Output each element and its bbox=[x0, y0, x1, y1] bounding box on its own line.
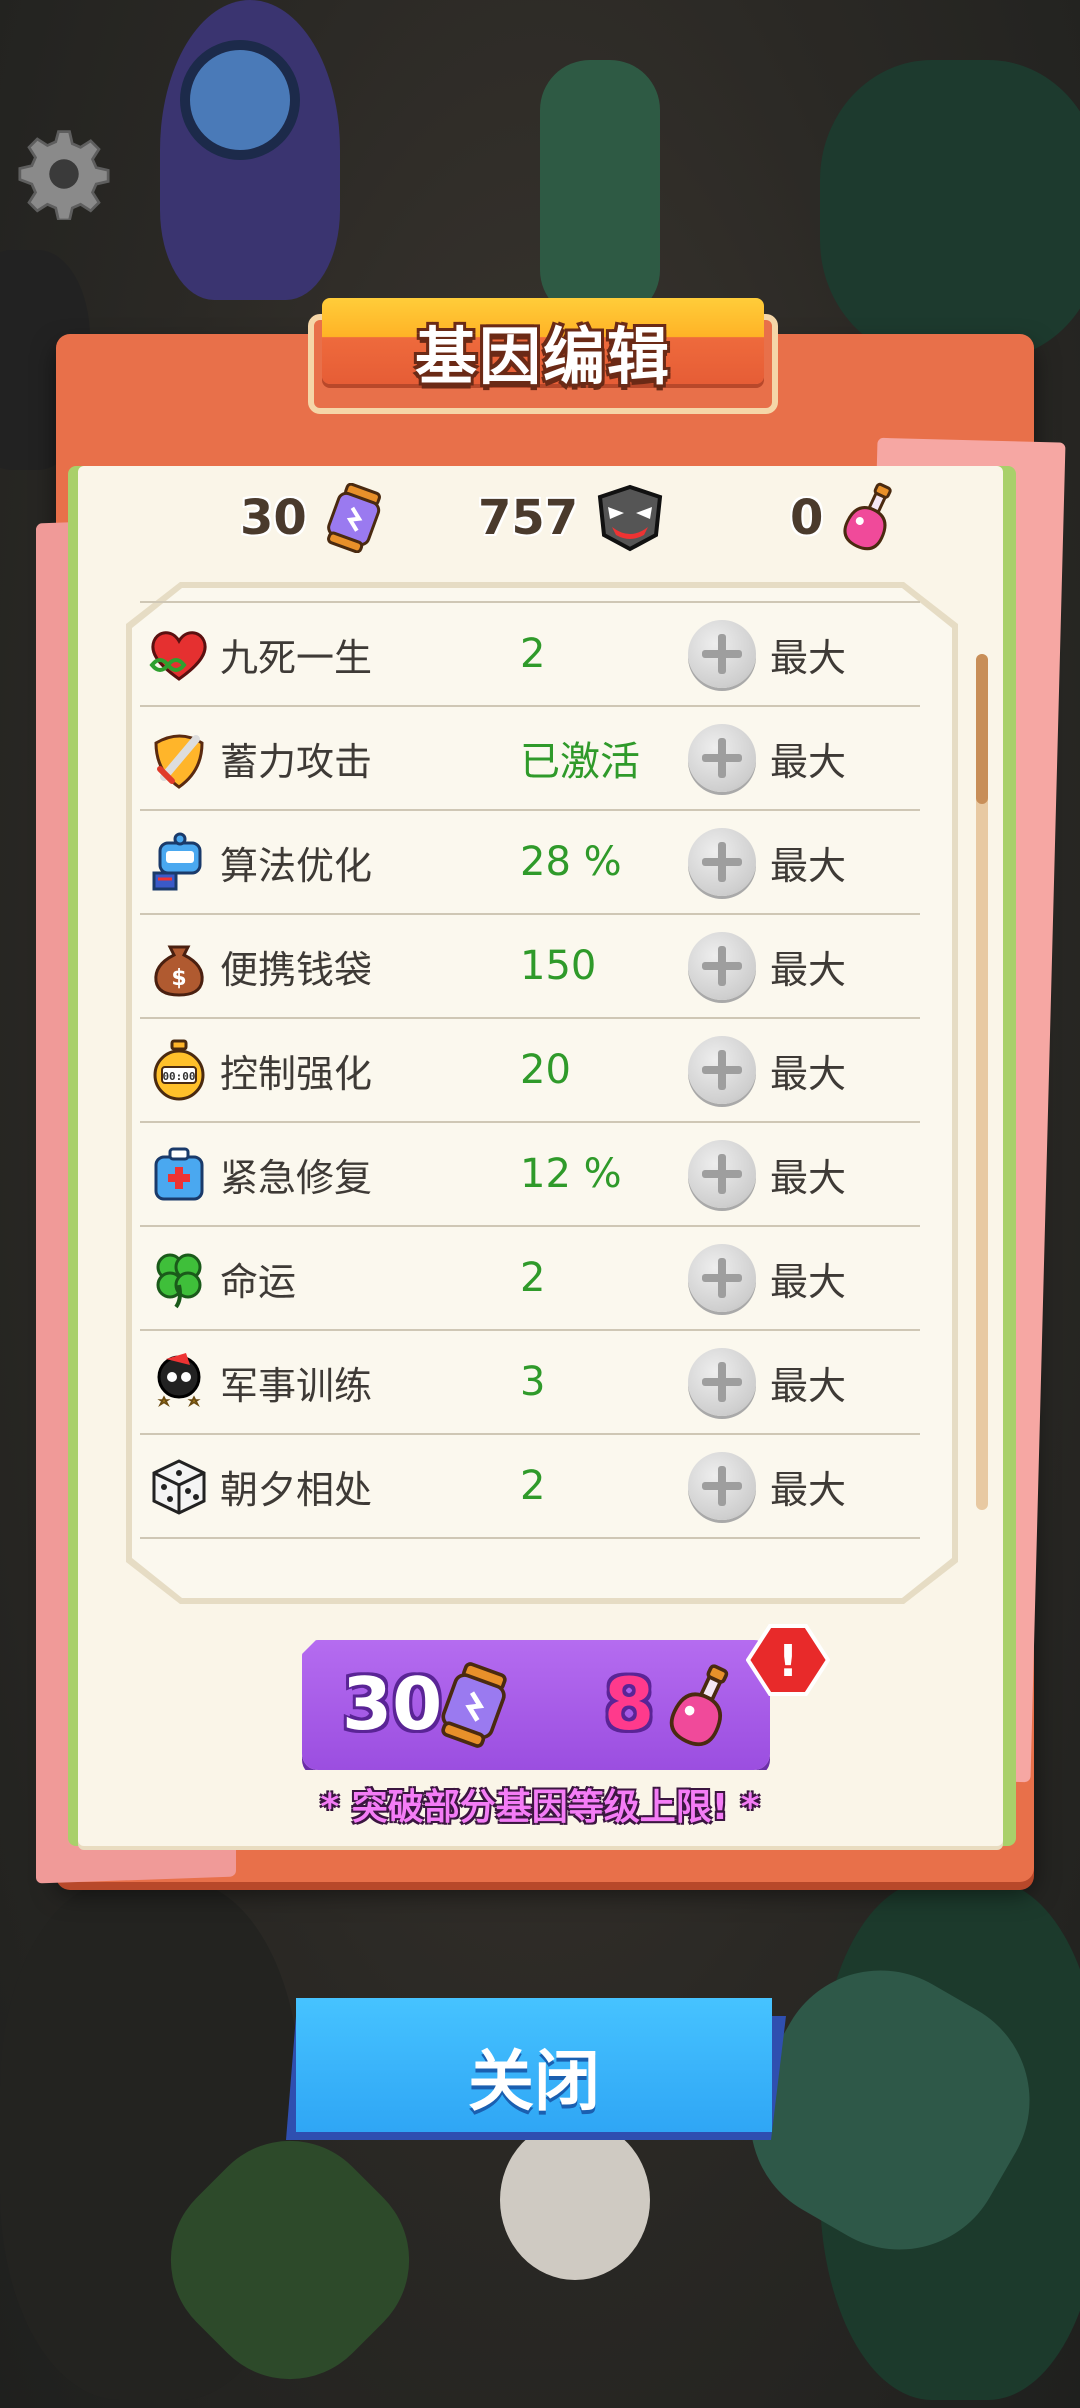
gene-value: 28 % bbox=[520, 839, 622, 885]
gene-row: 朝夕相处 2 最大 bbox=[140, 1435, 920, 1539]
cpu-robot-icon bbox=[152, 832, 202, 891]
gene-list: 九死一生 2 最大 蓄力攻击 已激活 最大 算法优化 28 % 最大 $ 便携钱… bbox=[140, 601, 920, 1539]
gene-value: 2 bbox=[520, 1255, 546, 1301]
gene-name: 命运 bbox=[220, 1259, 297, 1304]
gene-name: 蓄力攻击 bbox=[220, 739, 373, 784]
pink-potion-icon bbox=[669, 1664, 729, 1747]
upgrade-plus-button[interactable] bbox=[688, 620, 756, 688]
dice-icon bbox=[152, 1459, 206, 1515]
sword-shield-icon bbox=[154, 734, 204, 789]
gene-name: 九死一生 bbox=[220, 635, 373, 680]
breakthrough-canister-cost: 30 bbox=[342, 1662, 443, 1746]
svg-text:00:00: 00:00 bbox=[162, 1070, 195, 1083]
gene-row: 命运 2 最大 bbox=[140, 1227, 920, 1331]
gene-row: 九死一生 2 最大 bbox=[140, 601, 920, 707]
gene-value: 已激活 bbox=[520, 739, 640, 785]
gene-value: 3 bbox=[520, 1359, 546, 1405]
gene-name: 便携钱袋 bbox=[220, 947, 373, 992]
alert-mark: ! bbox=[778, 1636, 798, 1687]
svg-text:$: $ bbox=[171, 966, 186, 991]
upgrade-plus-button[interactable] bbox=[688, 724, 756, 792]
upgrade-plus-button[interactable] bbox=[688, 828, 756, 896]
gene-name: 军事训练 bbox=[220, 1363, 373, 1408]
upgrade-plus-button[interactable] bbox=[688, 1140, 756, 1208]
currency-boss-mask: 757 bbox=[478, 478, 668, 558]
upgrade-plus-button[interactable] bbox=[688, 1348, 756, 1416]
upgrade-plus-button[interactable] bbox=[688, 1244, 756, 1312]
max-level-label: 最大 bbox=[770, 739, 847, 784]
close-button-label: 关闭 bbox=[468, 2043, 600, 2120]
breakthrough-potion-cost: 8 bbox=[604, 1662, 655, 1746]
boss-mask-icon bbox=[598, 484, 663, 552]
max-level-label: 最大 bbox=[770, 1155, 847, 1200]
gene-value: 150 bbox=[520, 943, 597, 989]
currency-value: 30 bbox=[240, 490, 307, 546]
close-button[interactable]: 关闭 bbox=[286, 1998, 786, 2140]
gene-row: 00:00 控制强化 20 最大 bbox=[140, 1019, 920, 1123]
currency-value: 757 bbox=[478, 490, 579, 546]
gene-name: 紧急修复 bbox=[220, 1155, 373, 1200]
soldier-stars-icon bbox=[157, 1353, 201, 1408]
gene-canister-icon bbox=[326, 483, 381, 553]
max-level-label: 最大 bbox=[770, 843, 847, 888]
max-level-label: 最大 bbox=[770, 1363, 847, 1408]
upgrade-plus-button[interactable] bbox=[688, 932, 756, 1000]
alert-badge-icon: ! bbox=[746, 1624, 830, 1696]
gene-value: 12 % bbox=[520, 1151, 622, 1197]
gene-value: 2 bbox=[520, 631, 546, 677]
pink-potion-icon bbox=[843, 482, 893, 551]
first-aid-kit-icon bbox=[154, 1147, 204, 1201]
max-level-label: 最大 bbox=[770, 635, 847, 680]
breakthrough-button[interactable]: 30 8 bbox=[302, 1640, 770, 1770]
currency-pink-potion: 0 bbox=[790, 478, 903, 558]
gene-row: $ 便携钱袋 150 最大 bbox=[140, 915, 920, 1019]
upgrade-plus-button[interactable] bbox=[688, 1036, 756, 1104]
title-banner: 基因编辑 bbox=[302, 296, 784, 420]
breakthrough-hint: * 突破部分基因等级上限! * bbox=[320, 1787, 760, 1828]
scrollbar-thumb[interactable] bbox=[976, 654, 988, 804]
gene-row: 军事训练 3 最大 bbox=[140, 1331, 920, 1435]
four-leaf-clover-icon bbox=[156, 1253, 202, 1309]
max-level-label: 最大 bbox=[770, 1467, 847, 1512]
gene-value: 20 bbox=[520, 1047, 571, 1093]
upgrade-plus-button[interactable] bbox=[688, 1452, 756, 1520]
money-bag-icon: $ bbox=[154, 945, 204, 997]
currency-gene-canister: 30 bbox=[240, 478, 387, 558]
panel-title: 基因编辑 bbox=[414, 320, 671, 393]
max-level-label: 最大 bbox=[770, 1259, 847, 1304]
currency-value: 0 bbox=[790, 490, 824, 546]
gene-name: 朝夕相处 bbox=[220, 1467, 373, 1512]
gene-row: 算法优化 28 % 最大 bbox=[140, 811, 920, 915]
gene-row: 紧急修复 12 % 最大 bbox=[140, 1123, 920, 1227]
max-level-label: 最大 bbox=[770, 947, 847, 992]
max-level-label: 最大 bbox=[770, 1051, 847, 1096]
settings-gear-icon[interactable] bbox=[18, 128, 110, 220]
gene-canister-icon bbox=[441, 1662, 507, 1748]
gene-name: 控制强化 bbox=[220, 1051, 373, 1096]
gene-row: 蓄力攻击 已激活 最大 bbox=[140, 707, 920, 811]
gene-value: 2 bbox=[520, 1463, 546, 1509]
gene-name: 算法优化 bbox=[220, 843, 373, 888]
infinity-heart-icon bbox=[149, 631, 207, 681]
stopwatch-icon: 00:00 bbox=[153, 1039, 205, 1101]
